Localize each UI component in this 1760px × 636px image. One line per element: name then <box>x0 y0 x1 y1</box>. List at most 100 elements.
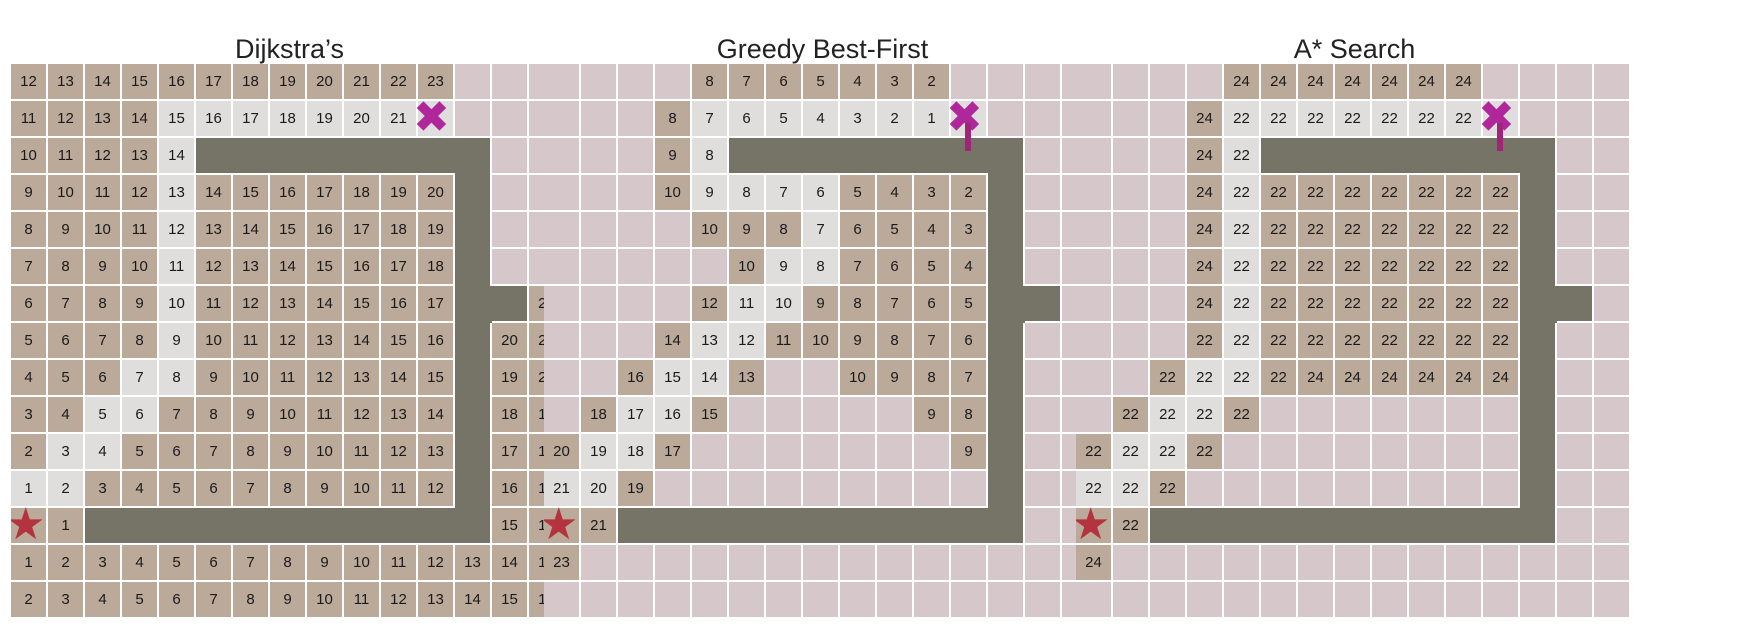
wall-block <box>988 323 1023 360</box>
grid-cell-explored: 15 <box>381 323 416 358</box>
grid-cell-explored: 24 <box>1409 360 1444 395</box>
grid-cell-explored: 6 <box>159 582 194 617</box>
grid-cell-unexplored <box>1076 64 1111 99</box>
wall-block <box>729 508 766 543</box>
wall-block <box>766 138 803 173</box>
grid-cell-explored: 12 <box>196 249 231 284</box>
grid-cell-explored: 22 <box>1372 212 1407 247</box>
grid-cell-unexplored <box>544 360 579 395</box>
wall-block <box>455 434 490 471</box>
grid-cell-unexplored <box>1483 582 1518 617</box>
grid-cell-explored: 14 <box>196 175 231 210</box>
grid-cell-explored: 18 <box>492 397 527 432</box>
grid-cell-unexplored <box>1594 508 1629 543</box>
grid-cell-explored: 15 <box>270 212 305 247</box>
grid-cell-unexplored <box>1076 323 1111 358</box>
grid-cell-unexplored <box>655 212 690 247</box>
grid-cell-unexplored <box>1594 360 1629 395</box>
grid-cell-explored: 24 <box>1409 64 1444 99</box>
grid-cell-explored: 12 <box>48 101 83 136</box>
grid-cell-unexplored <box>544 138 579 173</box>
grid-cell-path: 13 <box>159 175 194 210</box>
grid-cell-explored: 6 <box>159 434 194 469</box>
grid-cell-explored: 15 <box>692 397 727 432</box>
wall-block <box>1446 508 1483 543</box>
wall-block <box>988 249 1023 286</box>
grid-cell-path: 7 <box>803 212 838 247</box>
wall-block <box>840 508 877 543</box>
grid-cell-explored: 4 <box>877 175 912 210</box>
grid-cell-unexplored <box>1409 397 1444 432</box>
x-mark-icon: ✖ <box>413 93 450 142</box>
grid-cell-unexplored <box>1594 249 1629 284</box>
grid-cell-explored: 8 <box>270 545 305 580</box>
grid-cell-explored: 22 <box>1298 323 1333 358</box>
wall-block <box>1298 138 1335 173</box>
grid-cell-unexplored <box>1261 582 1296 617</box>
grid-cell-path: 19 <box>581 434 616 469</box>
grid-cell-unexplored <box>1025 397 1060 432</box>
grid-cell-explored: 3 <box>951 212 986 247</box>
grid-cell-explored: 8 <box>11 212 46 247</box>
grid-cell-unexplored <box>1557 471 1592 506</box>
wall-block <box>877 508 914 543</box>
grid-cell-explored: 24 <box>1483 360 1518 395</box>
grid-cell-explored: 10 <box>307 434 342 469</box>
grid-cell-explored: 22 <box>1187 323 1222 358</box>
wall-block <box>1557 286 1592 321</box>
wall-block <box>1261 138 1298 173</box>
grid-cell-unexplored <box>1594 286 1629 321</box>
grid-cell-unexplored <box>1594 471 1629 506</box>
grid-cell-unexplored <box>618 101 653 136</box>
grid-cell-explored: 7 <box>11 249 46 284</box>
panel-title: Dijkstra’s <box>234 34 344 64</box>
grid-cell-explored: 14 <box>418 397 453 432</box>
grid-cell-explored: 24 <box>1187 212 1222 247</box>
grid-cell-explored: 19 <box>270 64 305 99</box>
grid-cell-explored: 22 <box>1298 249 1333 284</box>
grid-cell-explored: 24 <box>1298 360 1333 395</box>
grid-cell-unexplored <box>1594 434 1629 469</box>
grid-cell-explored: 5 <box>11 323 46 358</box>
grid-cell-unexplored <box>803 471 838 506</box>
grid-cell-unexplored <box>1483 397 1518 432</box>
grid-cell-unexplored <box>951 471 986 506</box>
wall-block <box>1335 138 1372 173</box>
wall-block <box>159 508 196 543</box>
start-cell: ★ <box>11 503 46 547</box>
grid-cell-path: 12 <box>159 212 194 247</box>
grid-cell-explored: 18 <box>233 64 268 99</box>
grid-cell-unexplored <box>1261 434 1296 469</box>
wall-block <box>988 397 1023 434</box>
wall-block <box>381 138 418 173</box>
grid-cell-explored: 10 <box>840 360 875 395</box>
wall-block <box>1520 323 1555 360</box>
grid-cell-explored: 18 <box>381 212 416 247</box>
grid-cell-explored: 22 <box>1261 323 1296 358</box>
grid-cell-explored: 24 <box>1335 64 1370 99</box>
wall-block <box>988 434 1023 471</box>
grid-cell-path: 22 <box>1224 101 1259 136</box>
grid-cell-unexplored <box>1298 582 1333 617</box>
panel-title: Greedy Best-First <box>716 34 929 64</box>
grid-cell-path: 22 <box>1409 101 1444 136</box>
grid-cell-unexplored <box>581 286 616 321</box>
wall-block <box>270 138 307 173</box>
wall-block <box>766 508 803 543</box>
grid-cell-explored: 22 <box>1372 286 1407 321</box>
grid-cell-unexplored <box>1557 212 1592 247</box>
grid-cell-path: 5 <box>85 397 120 432</box>
wall-block <box>1224 508 1261 543</box>
grid-cell-unexplored <box>803 360 838 395</box>
grid-cell-explored: 1 <box>11 545 46 580</box>
grid-cell-explored: 5 <box>122 582 157 617</box>
grid-cell-explored: 14 <box>307 286 342 321</box>
grid-cell-unexplored <box>877 582 912 617</box>
grid-cell-unexplored <box>1076 175 1111 210</box>
wall-block <box>122 508 159 543</box>
grid-cell-explored: 14 <box>455 582 490 617</box>
grid-cell-unexplored <box>1025 101 1060 136</box>
grid-cell-explored: 22 <box>1483 175 1518 210</box>
wall-block <box>1409 508 1446 543</box>
grid-cell-unexplored <box>1025 323 1060 358</box>
